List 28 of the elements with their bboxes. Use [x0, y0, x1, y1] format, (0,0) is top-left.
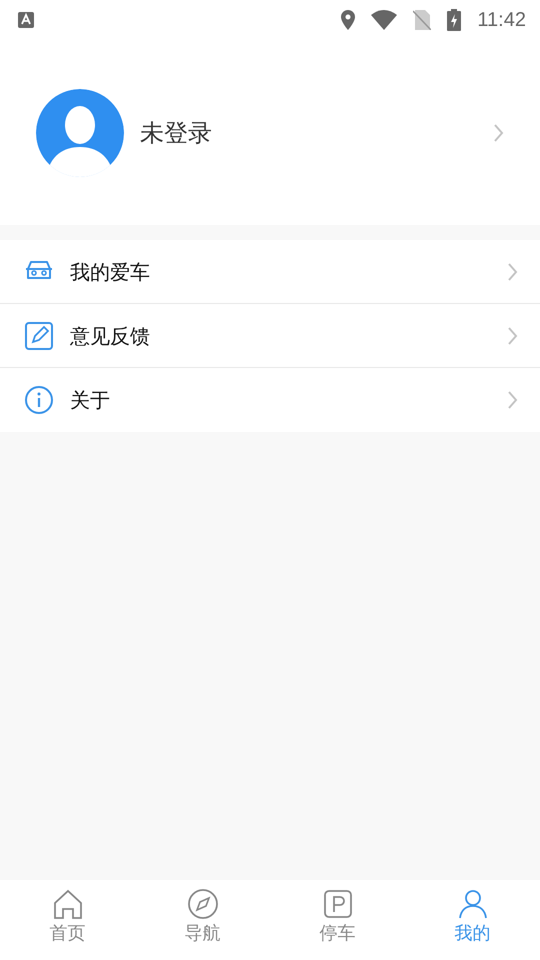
menu-label: 关于 [70, 387, 111, 414]
wifi-icon [371, 10, 398, 30]
menu-item[interactable]: 我的爱车 [0, 240, 540, 304]
chevron-right-icon [493, 122, 504, 142]
keyboard-icon [18, 12, 34, 28]
tab-button[interactable]: 首页 [0, 880, 135, 960]
tab-button[interactable]: 导航 [135, 880, 270, 960]
username-text: 未登录 [140, 118, 213, 148]
person-icon [456, 888, 488, 920]
chevron-right-icon [507, 262, 518, 282]
chevron-right-icon [507, 326, 518, 346]
menu-item[interactable]: 关于 [0, 368, 540, 432]
status-time: 11:42 [477, 8, 526, 33]
menu-label: 我的爱车 [70, 258, 151, 286]
parking-icon [322, 888, 354, 920]
battery-charging-icon [447, 9, 462, 31]
menu-label: 意见反馈 [70, 322, 151, 350]
edit-icon [24, 320, 54, 350]
chevron-right-icon [507, 390, 518, 410]
info-icon [24, 385, 54, 415]
tab-button[interactable]: 停车 [270, 880, 405, 960]
menu-item[interactable]: 意见反馈 [0, 304, 540, 368]
no-sim-icon [413, 10, 432, 30]
home-icon [52, 888, 84, 920]
avatar-icon [36, 88, 124, 176]
location-icon [341, 10, 356, 30]
compass-icon [186, 888, 218, 920]
profile-row[interactable]: 未登录 [0, 40, 540, 225]
